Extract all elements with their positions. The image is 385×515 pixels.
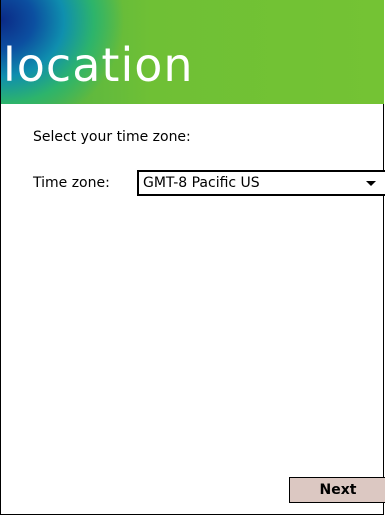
time-zone-dropdown[interactable]: GMT-8 Pacific US: [137, 170, 385, 196]
setup-window: location Select your time zone: Time zon…: [0, 0, 385, 515]
time-zone-selected-value: GMT-8 Pacific US: [143, 175, 260, 191]
page-title: location: [3, 38, 194, 92]
chevron-down-icon[interactable]: [366, 181, 376, 186]
time-zone-label: Time zone:: [33, 175, 110, 191]
header-banner: location: [1, 0, 384, 104]
time-zone-prompt: Select your time zone:: [33, 129, 191, 145]
next-button[interactable]: Next: [289, 477, 385, 503]
